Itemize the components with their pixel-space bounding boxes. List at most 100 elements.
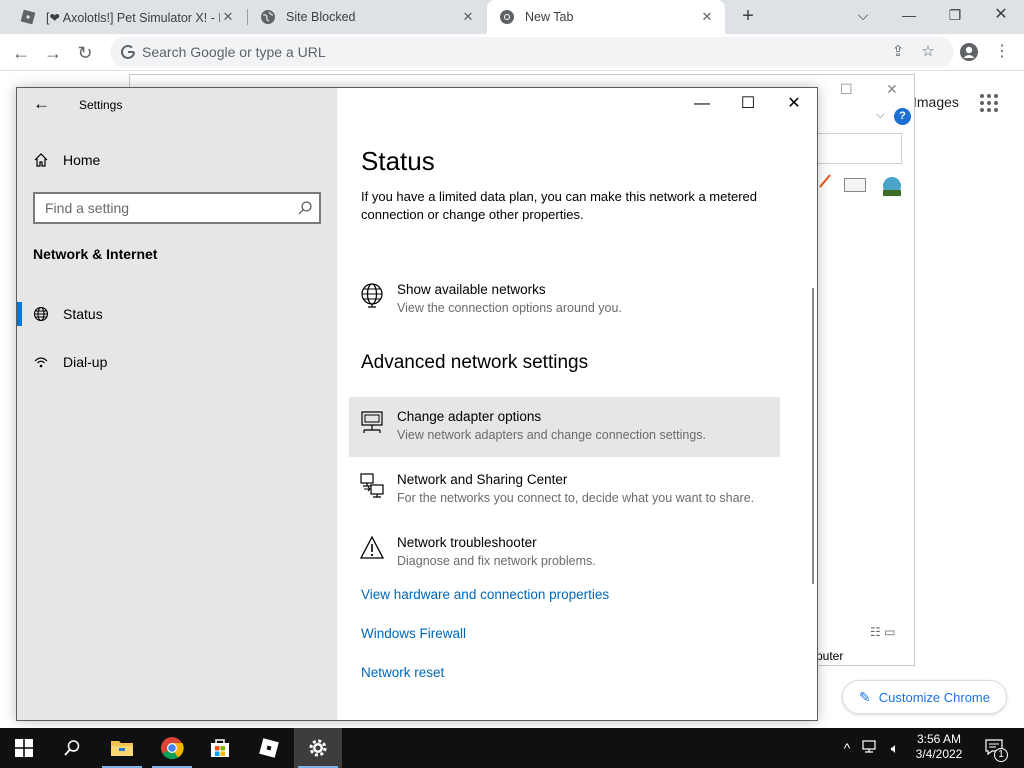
home-icon [34,153,48,167]
item-title: Change adapter options [397,409,542,424]
page-title: Status [361,146,435,176]
show-available-networks[interactable]: Show available networks View the connect… [349,270,780,330]
globe-icon [261,10,275,24]
dialup-icon [34,357,48,368]
warning-icon [359,535,385,559]
network-sharing-center[interactable]: Network and Sharing Center For the netwo… [349,460,780,520]
nav-item-dial-up[interactable]: Dial-up [17,342,337,382]
start-icon [15,739,33,757]
search-icon [298,201,312,215]
close-tab-icon[interactable]: ✕ [220,9,236,25]
settings-icon [309,739,327,757]
bg-maximize-icon: ☐ [840,81,853,97]
settings-sidebar: ← Settings Home Network & Internet Statu… [17,88,337,720]
new-tab-button[interactable]: + [737,5,759,27]
network-globe-icon [880,175,904,197]
share-icon[interactable]: ⇪ [888,42,908,62]
bookmark-star-icon[interactable]: ☆ [918,42,938,62]
chrome-toolbar: ← → ↻ ⇪ ☆ ⋮ [0,34,1024,71]
network-reset-link[interactable]: Network reset [361,665,444,680]
search-icon [64,740,80,756]
item-title: Show available networks [397,282,546,297]
home-label: Home [63,152,101,168]
back-icon[interactable]: ← [8,40,34,66]
chrome-icon [500,10,514,24]
email-icon [844,178,866,192]
item-subtitle: View the connection options around you. [397,301,622,315]
find-setting-search[interactable] [33,192,321,224]
close-window-icon[interactable]: ✕ [978,0,1024,30]
bg-chevron-icon: ⌵ [876,109,885,121]
taskbar-file-explorer[interactable] [98,728,146,768]
bg-close-icon: ✕ [886,81,898,97]
globe-icon [361,283,383,308]
tab-title: Site Blocked [286,10,356,24]
customize-chrome-button[interactable]: ✎ Customize Chrome [842,680,1007,714]
view-hardware-properties-link[interactable]: View hardware and connection properties [361,587,609,602]
omnibox-input[interactable] [142,42,842,62]
network-tray-icon[interactable] [861,738,881,758]
images-link[interactable]: Images [913,94,959,110]
chrome-menu-icon[interactable]: ⋮ [990,40,1014,64]
tab-new-tab[interactable]: New Tab ✕ [487,0,725,34]
section-title: Network & Internet [33,246,158,262]
nav-item-label: Status [63,306,103,322]
profile-avatar-icon[interactable] [957,40,981,64]
tab-site-blocked[interactable]: Site Blocked ✕ [248,0,486,34]
settings-content: — ☐ ✕ Status If you have a limited data … [337,88,817,720]
start-button[interactable] [0,728,48,768]
adapter-icon [361,411,383,433]
content-scrollbar[interactable] [812,288,814,584]
item-title: Network and Sharing Center [397,472,568,487]
roblox-icon [259,738,279,758]
close-tab-icon[interactable]: ✕ [699,9,715,25]
taskbar-store[interactable] [196,728,244,768]
item-subtitle: Diagnose and fix network problems. [397,554,596,568]
close-tab-icon[interactable]: ✕ [460,9,476,25]
pencil-icon: ✎ [859,688,871,705]
view-details-icon: ☷ ▭ [870,625,896,639]
back-arrow-icon[interactable]: ← [33,94,51,114]
close-icon[interactable]: ✕ [771,88,817,120]
store-icon [211,739,229,757]
tab-title: [❤ Axolotls!] Pet Simulator X! - Ro [46,10,220,25]
volume-icon[interactable]: 🔈︎ [885,738,905,758]
omnibox[interactable]: ⇪ ☆ [110,37,954,67]
sharing-center-icon [360,473,384,498]
page-description: If you have a limited data plan, you can… [361,189,757,222]
taskbar-roblox[interactable] [245,728,293,768]
tab-pet-simulator[interactable]: [❤ Axolotls!] Pet Simulator X! - Ro ✕ [8,0,246,34]
settings-window-title: Settings [79,98,123,112]
google-apps-icon[interactable] [980,94,1000,114]
windows-firewall-link[interactable]: Windows Firewall [361,626,466,641]
minimize-icon[interactable]: — [886,0,932,30]
taskbar-chrome[interactable] [148,728,196,768]
help-icon: ? [894,108,911,125]
chrome-icon [161,737,184,760]
maximize-icon[interactable]: ☐ [725,88,771,120]
pencil-icon [818,173,832,189]
nav-item-status[interactable]: Status [17,294,337,334]
network-troubleshooter[interactable]: Network troubleshooter Diagnose and fix … [349,523,780,583]
clock-time: 3:56 AM [916,732,962,746]
bg-status-text: puter [816,649,844,663]
clock[interactable]: 3:56 AM 3/4/2022 [908,728,970,768]
change-adapter-options[interactable]: Change adapter options View network adap… [349,397,780,457]
nav-item-label: Dial-up [63,354,108,370]
taskbar-settings[interactable] [294,728,342,768]
taskbar-search-button[interactable] [48,728,96,768]
home-nav-item[interactable]: Home [33,152,100,168]
find-setting-input[interactable] [45,199,285,217]
tab-search-chevron-icon[interactable]: ⌵ [840,0,886,30]
item-subtitle: View network adapters and change connect… [397,428,706,442]
show-hidden-icons-chevron-icon[interactable]: ^ [837,738,857,758]
item-title: Network troubleshooter [397,535,537,550]
restore-icon[interactable]: ❐ [932,0,978,30]
minimize-icon[interactable]: — [679,88,725,120]
file-explorer-icon [111,741,133,756]
settings-window-controls: — ☐ ✕ [679,88,817,120]
forward-icon[interactable]: → [40,40,66,66]
globe-icon [33,306,49,322]
customize-chrome-label: Customize Chrome [878,689,990,705]
reload-icon[interactable]: ↻ [72,40,98,66]
